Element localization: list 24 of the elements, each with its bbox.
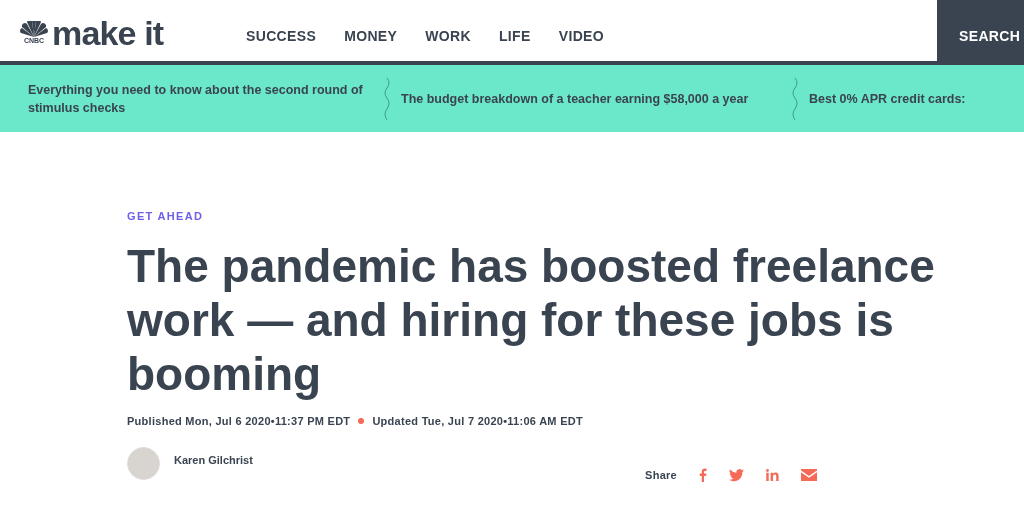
headline-link[interactable]: Best 0% APR credit cards: (809, 89, 1009, 108)
headline-link[interactable]: The budget breakdown of a teacher earning $58,000 a year (401, 89, 781, 108)
author-name[interactable]: Karen Gilchrist (174, 452, 253, 469)
facebook-icon[interactable] (699, 468, 707, 483)
share-label: Share (645, 468, 677, 483)
wavy-divider (383, 77, 391, 120)
updated-date: Updated Tue, Jul 7 2020•11:06 AM EDT (372, 413, 583, 429)
published-date: Published Mon, Jul 6 2020•11:37 PM EDT (127, 413, 351, 429)
site-logo[interactable]: make it (52, 15, 164, 50)
nav-link[interactable]: SUCCESS (246, 26, 317, 47)
linkedin-icon[interactable] (766, 469, 779, 482)
article-title: The pandemic has boosted freelance work — and hiring for these jobs is booming (127, 238, 936, 401)
bird-icon[interactable] (729, 469, 744, 482)
wavy-divider (791, 77, 799, 120)
nav-link[interactable]: WORK (425, 26, 471, 47)
headline-link[interactable]: Everything you need to know about the second round of stimulus checks (28, 80, 373, 117)
nav-link[interactable]: LIFE (498, 26, 531, 47)
nav-link[interactable]: VIDEO (558, 26, 605, 47)
peacock-icon (20, 21, 48, 37)
nav-link[interactable]: MONEY (344, 26, 398, 47)
search-button[interactable]: SEARCH (937, 0, 1024, 61)
section-label[interactable]: GET AHEAD (127, 208, 1024, 225)
envelope-icon[interactable] (801, 469, 817, 482)
author-avatar (127, 447, 160, 480)
